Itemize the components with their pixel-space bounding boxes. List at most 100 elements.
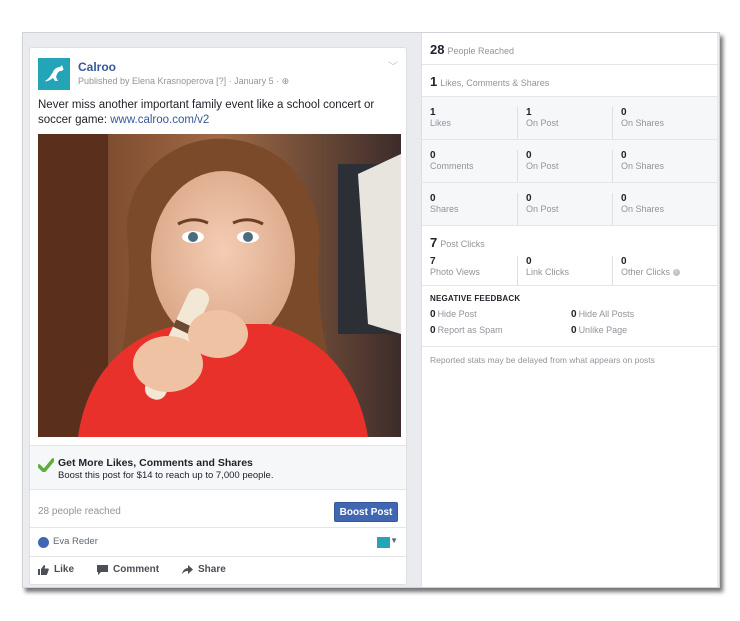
post-clicks-label: Post Clicks: [440, 239, 485, 249]
stat-value: 0: [621, 193, 627, 204]
shares-row: 0 Shares 0 On Post 0 On Shares: [422, 183, 717, 226]
negative-label: Hide All Posts: [578, 309, 635, 319]
people-reached-text[interactable]: 28 people reached: [38, 506, 121, 517]
boost-post-button[interactable]: Boost Post: [334, 502, 398, 522]
engagement-stat: 1 Likes, Comments & Shares: [422, 65, 717, 97]
post-header: Calroo Published by Elena Krasnoperova […: [38, 56, 398, 92]
post-meta-text: Published by Elena Krasnoperova [?] · Ja…: [78, 76, 282, 86]
stat-label: On Post: [526, 204, 559, 214]
post-meta: Published by Elena Krasnoperova [?] · Ja…: [78, 76, 289, 87]
negative-label: Report as Spam: [437, 325, 503, 335]
page-name-link[interactable]: Calroo: [78, 60, 116, 74]
stat-cell: 0 On Shares: [612, 193, 707, 225]
other-clicks-label: Other Clicks: [621, 267, 671, 277]
check-icon: [38, 458, 54, 472]
like-button[interactable]: Like: [38, 564, 74, 575]
stat-label: On Post: [526, 161, 559, 171]
stat-label: Other Clicks i: [621, 267, 707, 278]
boost-subtitle: Boost this post for $14 to reach up to 7…: [58, 470, 274, 481]
share-button[interactable]: Share: [182, 564, 226, 575]
stat-cell: 0 On Shares: [612, 150, 707, 182]
post-link[interactable]: www.calroo.com/v2: [110, 114, 209, 126]
stat-label: On Shares: [621, 118, 665, 128]
stat-cell: 7 Photo Views: [422, 256, 517, 285]
stat-cell: 0 On Shares: [612, 107, 707, 139]
negative-value: 0: [430, 325, 436, 336]
people-reached-stat: 28 People Reached: [422, 33, 717, 65]
stat-value: 0: [430, 150, 436, 161]
negative-item: 0 Report as Spam: [430, 325, 571, 336]
chevron-down-icon[interactable]: ﹀: [388, 58, 398, 73]
commenter-name[interactable]: Eva Reder: [53, 536, 98, 547]
page-avatar[interactable]: [38, 58, 70, 90]
engagement-label: Likes, Comments & Shares: [440, 78, 550, 88]
like-label: Like: [54, 564, 75, 575]
share-icon: [182, 564, 193, 574]
stat-value: 0: [526, 193, 532, 204]
stat-value: 0: [621, 256, 627, 267]
negative-label: Unlike Page: [578, 325, 628, 335]
stat-value: 0: [621, 150, 627, 161]
caret-down-icon[interactable]: ▼: [390, 536, 398, 545]
stat-cell: 0 On Post: [517, 193, 612, 225]
stat-label: Photo Views: [430, 267, 480, 277]
post-insights-panel: 28 People Reached 1 Likes, Comments & Shar…: [421, 33, 717, 587]
stat-value: 0: [526, 256, 532, 267]
post-clicks-stat: 7 Post Clicks: [422, 226, 717, 254]
like-icon: [38, 564, 49, 575]
boost-title: Get More Likes, Comments and Shares: [58, 457, 253, 469]
stat-cell: 0 Other Clicks i: [612, 256, 707, 285]
stat-label: Likes: [430, 118, 452, 128]
comment-label: Comment: [113, 564, 160, 575]
negative-label: Hide Post: [437, 309, 477, 319]
negative-feedback-grid: 0 Hide Post 0 Hide All Posts 0 Report as Sp…: [430, 309, 717, 336]
reach-row: 28 people reached Boost Post: [30, 500, 406, 528]
engagement-value: 1: [430, 74, 438, 89]
negative-feedback: NEGATIVE FEEDBACK 0 Hide Post 0 Hide All P…: [422, 286, 717, 347]
post-message: Never miss another important family even…: [38, 98, 400, 128]
kangaroo-logo-icon: [45, 65, 64, 82]
negative-value: 0: [571, 325, 577, 336]
boost-suggestion: Get More Likes, Comments and Shares Boos…: [30, 445, 406, 490]
girl-playing-recorder-image: [38, 134, 401, 437]
stat-cell: 0 On Post: [517, 150, 612, 182]
commenter-row: Eva Reder ▼: [30, 529, 406, 557]
stat-value: 0: [526, 150, 532, 161]
stat-cell: 0 Shares: [422, 193, 517, 225]
page-switch-avatar[interactable]: [377, 537, 390, 548]
stat-value: 7: [430, 256, 436, 267]
stat-cell: 0 Link Clicks: [517, 256, 612, 285]
people-reached-label: People Reached: [447, 46, 515, 56]
stat-value: 1: [526, 107, 532, 118]
post-clicks-value: 7: [430, 235, 438, 250]
engagement-breakdown: 1 Likes 1 On Post 0 On Shares 0 Comments 0 On…: [422, 97, 717, 226]
post-photo[interactable]: [38, 134, 401, 437]
stat-label: Shares: [430, 204, 459, 214]
comment-button[interactable]: Comment: [97, 564, 159, 575]
negative-value: 0: [571, 309, 577, 320]
stat-cell: 1 On Post: [517, 107, 612, 139]
stat-value: 0: [621, 107, 627, 118]
negative-item: 0 Unlike Page: [571, 325, 712, 336]
stat-label: On Post: [526, 118, 559, 128]
negative-value: 0: [430, 309, 436, 320]
people-reached-value: 28: [430, 42, 445, 57]
stat-value: 0: [430, 193, 436, 204]
user-icon: [38, 537, 49, 548]
stats-disclaimer: Reported stats may be delayed from what …: [430, 355, 655, 365]
comments-row: 0 Comments 0 On Post 0 On Shares: [422, 140, 717, 183]
insights-window: Calroo Published by Elena Krasnoperova […: [22, 32, 720, 588]
clicks-breakdown: 7 Photo Views 0 Link Clicks 0 Other Clicks …: [422, 254, 717, 286]
stat-label: On Shares: [621, 204, 665, 214]
stat-label: On Shares: [621, 161, 665, 171]
stat-label: Link Clicks: [526, 267, 570, 277]
comment-icon: [97, 564, 108, 575]
stat-label: Comments: [430, 161, 474, 171]
globe-icon: ⊕: [281, 76, 290, 86]
post-actions: Like Comment Share: [30, 558, 406, 584]
info-icon[interactable]: i: [672, 269, 680, 277]
negative-item: 0 Hide All Posts: [571, 309, 712, 320]
share-label: Share: [198, 564, 226, 575]
negative-feedback-title: NEGATIVE FEEDBACK: [430, 294, 521, 303]
post-card: Calroo Published by Elena Krasnoperova […: [29, 47, 407, 585]
